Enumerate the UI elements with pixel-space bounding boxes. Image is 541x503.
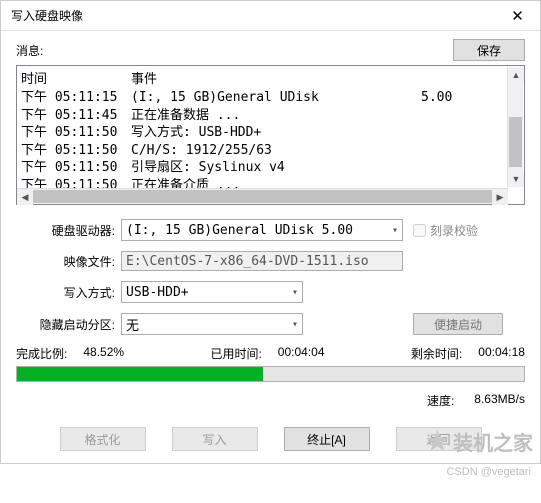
- remain-value: 00:04:18: [478, 345, 525, 362]
- write-method-label: 写入方式:: [16, 284, 121, 301]
- save-button[interactable]: 保存: [453, 39, 525, 61]
- close-icon: ✕: [511, 7, 524, 25]
- scroll-up-icon[interactable]: ▲: [508, 67, 524, 83]
- image-file-input[interactable]: [121, 251, 403, 271]
- scroll-left-icon[interactable]: ◀: [17, 189, 33, 205]
- close-button[interactable]: ✕: [495, 1, 540, 31]
- drive-label: 硬盘驱动器:: [16, 222, 121, 239]
- vertical-scrollbar[interactable]: ▲ ▼: [507, 67, 523, 187]
- done-value: 48.52%: [83, 345, 124, 362]
- log-row[interactable]: 下午 05:11:45正在准备数据 ...: [21, 107, 520, 125]
- drive-select[interactable]: (I:, 15 GB)General UDisk 5.00: [121, 219, 403, 241]
- hidden-boot-select[interactable]: 无: [121, 313, 303, 335]
- messages-label: 消息:: [16, 42, 43, 59]
- elapsed-value: 00:04:04: [278, 345, 325, 362]
- progress-bar: [16, 366, 525, 382]
- done-label: 完成比例:: [16, 345, 67, 362]
- scroll-down-icon[interactable]: ▼: [508, 171, 524, 187]
- log-header: 时间 事件: [17, 66, 524, 89]
- elapsed-label: 已用时间:: [210, 345, 261, 362]
- verify-checkbox-input[interactable]: [413, 224, 426, 237]
- csdn-watermark: CSDN @vegetari: [0, 464, 541, 482]
- speed-value: 8.63MB/s: [474, 392, 525, 409]
- log-listbox[interactable]: 时间 事件 下午 05:11:15(I:, 15 GB)General UDis…: [16, 65, 525, 205]
- log-row[interactable]: 下午 05:11:50正在准备介质 ...: [21, 177, 520, 188]
- log-row[interactable]: 下午 05:11:50引导扇区: Syslinux v4: [21, 159, 520, 177]
- image-label: 映像文件:: [16, 253, 121, 270]
- hscroll-thumb[interactable]: [33, 190, 492, 203]
- speed-label: 速度:: [427, 392, 454, 409]
- verify-checkbox[interactable]: 刻录校验: [413, 222, 478, 239]
- easy-boot-button[interactable]: 便捷启动: [413, 313, 503, 335]
- log-row[interactable]: 下午 05:11:50C/H/S: 1912/255/63: [21, 142, 520, 160]
- window-title: 写入硬盘映像: [11, 7, 83, 24]
- horizontal-scrollbar[interactable]: ◀ ▶: [17, 188, 508, 204]
- progress-fill: [17, 367, 263, 381]
- format-button: 格式化: [60, 427, 146, 451]
- vscroll-thumb[interactable]: [509, 117, 522, 167]
- log-row[interactable]: 下午 05:11:15(I:, 15 GB)General UDisk5.00: [21, 89, 520, 107]
- back-button: 返回: [396, 427, 482, 451]
- remain-label: 剩余时间:: [411, 345, 462, 362]
- abort-button[interactable]: 终止[A]: [284, 427, 370, 451]
- scroll-right-icon[interactable]: ▶: [492, 189, 508, 205]
- titlebar: 写入硬盘映像 ✕: [1, 1, 540, 31]
- write-button: 写入: [172, 427, 258, 451]
- log-row[interactable]: 下午 05:11:50写入方式: USB-HDD+: [21, 124, 520, 142]
- hidden-boot-label: 隐藏启动分区:: [16, 316, 121, 333]
- log-header-time: 时间: [21, 68, 131, 87]
- log-header-event: 事件: [131, 68, 520, 87]
- write-method-select[interactable]: USB-HDD+: [121, 281, 303, 303]
